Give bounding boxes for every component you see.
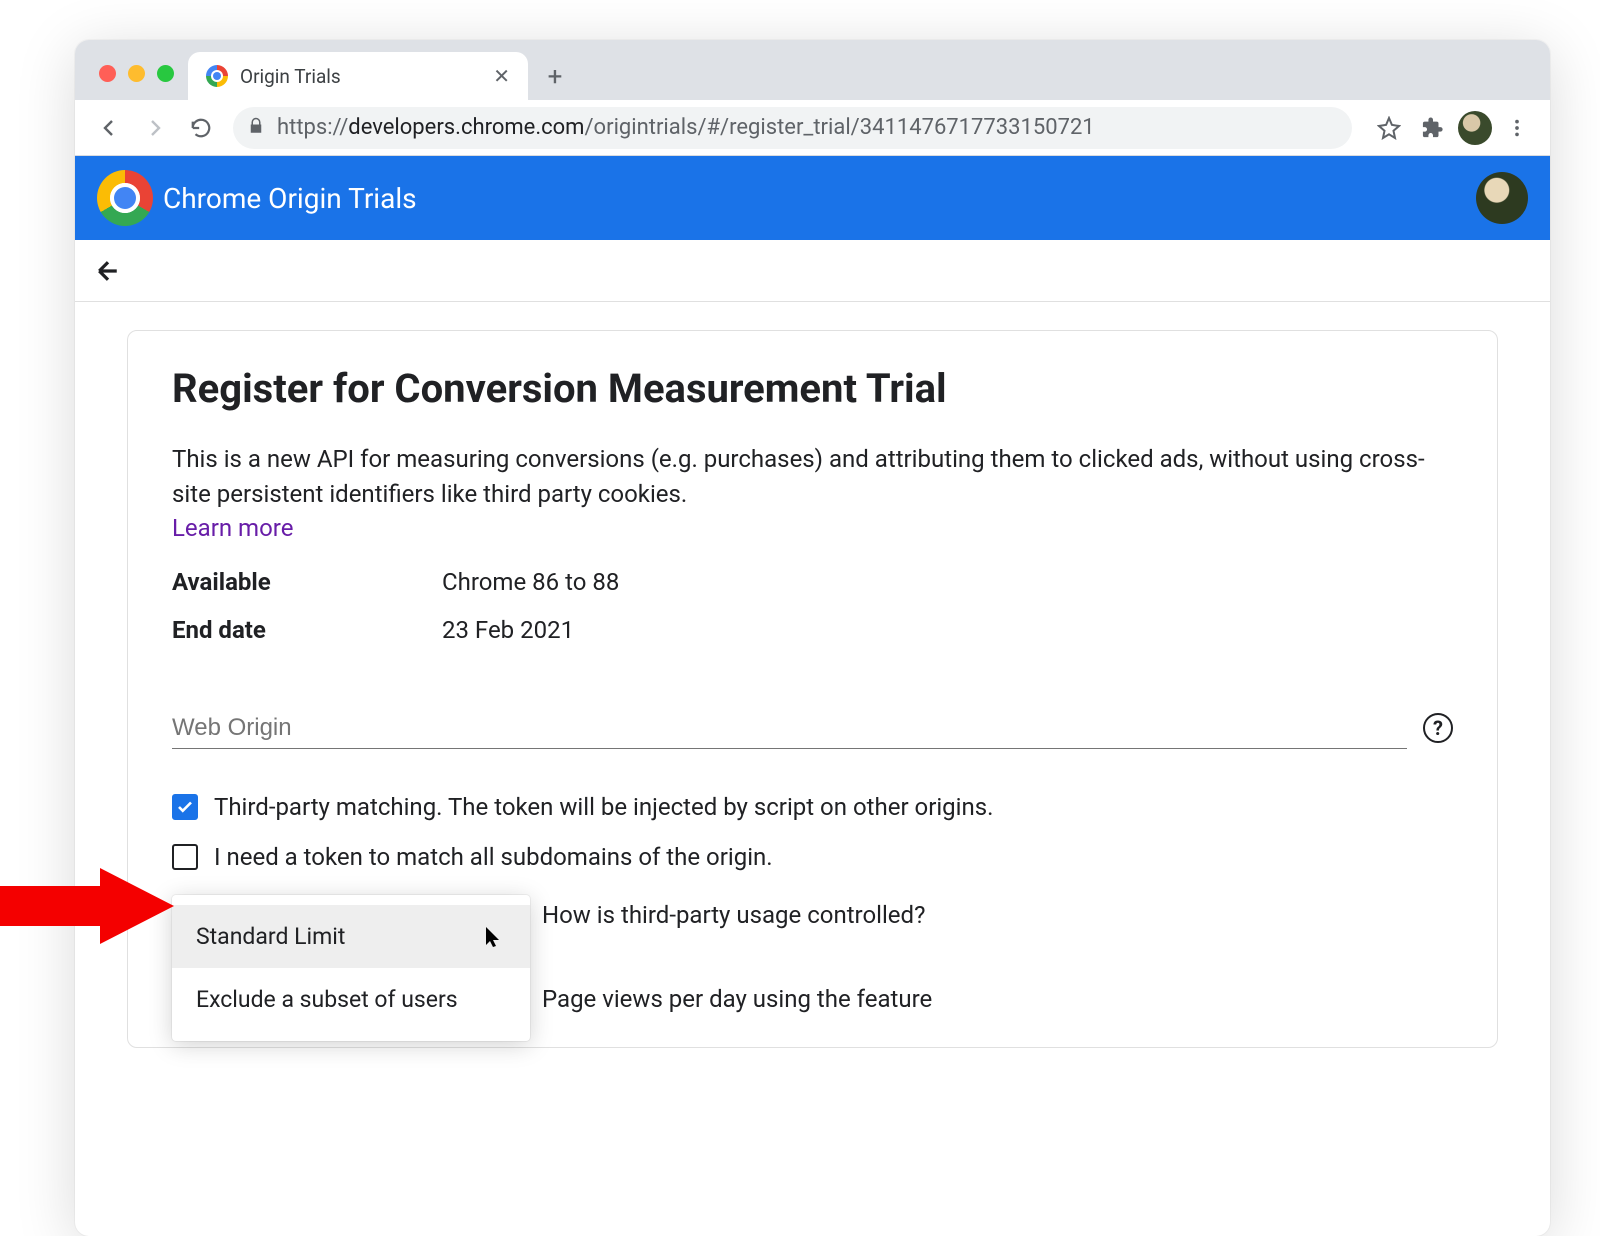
trial-meta: Available Chrome 86 to 88 End date 23 Fe… (172, 568, 1453, 644)
tab-strip: Origin Trials ✕ + (75, 40, 1550, 100)
app-header: Chrome Origin Trials (75, 156, 1550, 240)
cursor-icon (484, 925, 502, 955)
learn-more-link[interactable]: Learn more (172, 514, 293, 542)
browser-window: Origin Trials ✕ + https://developers.chr… (75, 40, 1550, 1236)
maximize-window-button[interactable] (157, 65, 174, 82)
page-back-button[interactable] (85, 248, 131, 294)
lock-icon (247, 117, 265, 139)
usage-limit-dropdown: Standard Limit Exclude a subset of users (172, 895, 530, 1041)
page-content: Register for Conversion Measurement Tria… (75, 302, 1550, 1076)
minimize-window-button[interactable] (128, 65, 145, 82)
browser-tab[interactable]: Origin Trials ✕ (188, 52, 528, 100)
page-views-label: Page views per day using the feature (542, 985, 1453, 1013)
page-title: Register for Conversion Measurement Tria… (172, 365, 1453, 412)
tab-title: Origin Trials (240, 65, 489, 88)
sub-navigation (75, 240, 1550, 302)
subdomains-label: I need a token to match all subdomains o… (214, 843, 773, 871)
url-text: https://developers.chrome.com/origintria… (277, 115, 1095, 140)
browser-toolbar: https://developers.chrome.com/origintria… (75, 100, 1550, 156)
available-label: Available (172, 568, 442, 596)
usage-control-question: How is third-party usage controlled? (542, 901, 1453, 929)
menu-dots-icon[interactable] (1498, 109, 1536, 147)
help-icon[interactable]: ? (1423, 713, 1453, 743)
third-party-label: Third-party matching. The token will be … (214, 793, 993, 821)
dropdown-option-exclude[interactable]: Exclude a subset of users (172, 968, 530, 1031)
web-origin-input[interactable] (172, 708, 1407, 749)
third-party-checkbox[interactable] (172, 794, 198, 820)
app-title: Chrome Origin Trials (163, 182, 417, 215)
user-avatar[interactable] (1476, 172, 1528, 224)
profile-avatar[interactable] (1458, 111, 1492, 145)
reload-button[interactable] (181, 108, 221, 148)
bookmark-star-icon[interactable] (1370, 109, 1408, 147)
dropdown-option-standard[interactable]: Standard Limit (172, 905, 530, 968)
close-window-button[interactable] (99, 65, 116, 82)
new-tab-button[interactable]: + (536, 58, 574, 96)
close-tab-icon[interactable]: ✕ (489, 60, 514, 92)
back-button[interactable] (89, 108, 129, 148)
page-description: This is a new API for measuring conversi… (172, 442, 1453, 512)
end-date-label: End date (172, 616, 442, 644)
annotation-arrow (0, 862, 180, 952)
forward-button[interactable] (135, 108, 175, 148)
end-date-value: 23 Feb 2021 (442, 616, 1453, 644)
window-controls (93, 65, 188, 100)
extensions-icon[interactable] (1414, 109, 1452, 147)
address-bar[interactable]: https://developers.chrome.com/origintria… (233, 107, 1352, 149)
available-value: Chrome 86 to 88 (442, 568, 1453, 596)
registration-card: Register for Conversion Measurement Tria… (127, 330, 1498, 1048)
chrome-logo-icon (97, 170, 153, 226)
chrome-favicon-icon (206, 65, 228, 87)
